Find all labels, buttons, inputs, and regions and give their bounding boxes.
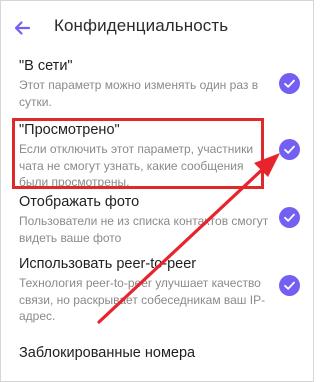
back-button[interactable]: [11, 17, 33, 39]
setting-description: Этот параметр можно изменять один раз в …: [19, 78, 259, 109]
setting-description: Пользователи не из списка контактов смог…: [19, 214, 269, 245]
checkmark-icon: [279, 139, 300, 160]
setting-seen-status[interactable]: "Просмотрено" Если отключить этот параме…: [1, 117, 313, 191]
checkmark-icon: [279, 73, 300, 94]
setting-online-status[interactable]: "В сети" Этот параметр можно изменять од…: [1, 55, 313, 115]
checkmark-icon: [279, 275, 300, 296]
setting-description: Технология peer-to-peer улучшает качеств…: [19, 276, 266, 323]
setting-peer-to-peer[interactable]: Использовать peer-to-peer Технология pee…: [1, 253, 313, 327]
blocked-numbers-item[interactable]: Заблокированные номера: [19, 345, 195, 361]
arrow-left-icon: [14, 21, 31, 35]
setting-title: Отображать фото: [19, 194, 140, 210]
setting-title: Использовать peer-to-peer: [19, 256, 197, 272]
checkbox-peer-to-peer[interactable]: [279, 275, 300, 296]
page-title: Конфиденциальность: [54, 16, 229, 35]
setting-description: Если отключить этот параметр, участники …: [19, 142, 254, 189]
setting-show-photo[interactable]: Отображать фото Пользователи не из списк…: [1, 191, 313, 251]
setting-title: "Просмотрено": [19, 122, 120, 138]
checkbox-online-status[interactable]: [279, 73, 300, 94]
setting-title: "В сети": [19, 58, 73, 74]
app-bar: Конфиденциальность: [1, 1, 313, 55]
privacy-settings-screen: Конфиденциальность "В сети" Этот парамет…: [0, 0, 314, 382]
checkmark-icon: [279, 207, 300, 228]
checkbox-seen-status[interactable]: [279, 139, 300, 160]
checkbox-show-photo[interactable]: [279, 207, 300, 228]
